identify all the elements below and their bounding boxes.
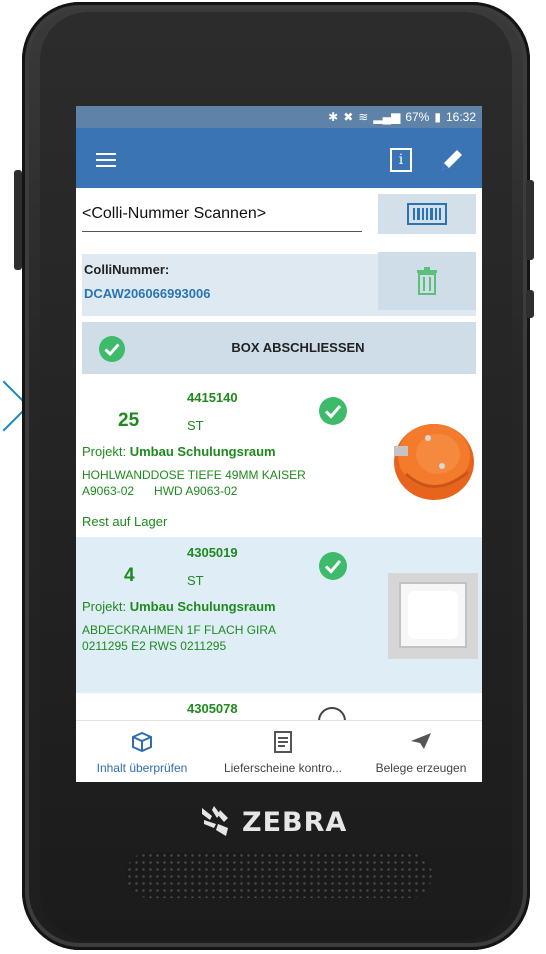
colli-number-label: ColliNummer:	[84, 262, 170, 277]
speaker-grille	[126, 852, 432, 898]
item-quantity: 25	[118, 410, 140, 431]
barcode-scan-button[interactable]	[378, 194, 476, 234]
colli-number-panel: ColliNummer: DCAW206066993006	[82, 252, 476, 316]
article-number: 4415140	[187, 390, 238, 405]
article-number: 4305078	[187, 701, 238, 716]
white-cover-frame-image	[388, 573, 478, 659]
side-button-left	[14, 170, 22, 270]
brand-name: ZEBRA	[242, 806, 348, 838]
document-icon	[274, 731, 292, 753]
list-item[interactable]: 4415140 25 ST Projekt: Umbau Schulungsra…	[76, 382, 482, 537]
nav-lieferscheine-kontrollieren[interactable]: Lieferscheine kontro...	[208, 721, 358, 782]
box-close-label: BOX ABSCHLIESSEN	[231, 340, 365, 355]
pencil-icon[interactable]	[438, 146, 466, 174]
bluetooth-icon: ✱	[328, 110, 339, 124]
bottom-navigation: Inhalt überprüfen Lieferscheine kontro..…	[76, 720, 482, 782]
colli-scan-input[interactable]: <Colli-Nummer Scannen>	[82, 200, 362, 232]
delete-colli-button[interactable]	[378, 252, 476, 310]
item-description-2: 0211295 E2 RWS 0211295	[82, 639, 227, 653]
scan-row: <Colli-Nummer Scannen>	[76, 188, 482, 250]
phone-screen: ✱ ✖ ≋ ▂▄▆ 67% ▮ 16:32 i <Colli-Nummer Sc…	[76, 106, 482, 782]
battery-percent: 67%	[405, 110, 430, 124]
battery-icon: ▮	[434, 110, 441, 124]
item-unit: ST	[187, 418, 204, 433]
status-time: 16:32	[445, 110, 476, 124]
item-project: Projekt: Umbau Schulungsraum	[82, 599, 276, 614]
colli-number-value: DCAW206066993006	[84, 286, 211, 301]
item-stock-note: Rest auf Lager	[82, 514, 168, 529]
item-description-2: A9063-02 HWD A9063-02	[82, 484, 238, 498]
signal-icon: ▂▄▆	[373, 110, 401, 124]
nav-belege-erzeugen[interactable]: Belege erzeugen	[362, 721, 480, 782]
list-item[interactable]: 4305019 4 ST Projekt: Umbau Schulungsrau…	[76, 537, 482, 693]
side-button-right	[526, 180, 534, 260]
status-bar: ✱ ✖ ≋ ▂▄▆ 67% ▮ 16:32	[76, 106, 482, 128]
zebra-logo: ZEBRA	[198, 800, 358, 844]
trash-icon	[417, 267, 437, 295]
box-close-button[interactable]: BOX ABSCHLIESSEN	[82, 322, 476, 374]
hamburger-menu-icon[interactable]	[96, 153, 116, 167]
info-icon[interactable]: i	[390, 148, 412, 172]
item-project: Projekt: Umbau Schulungsraum	[82, 444, 276, 459]
box-icon	[132, 731, 152, 753]
item-list: 4415140 25 ST Projekt: Umbau Schulungsra…	[76, 382, 482, 753]
item-description: HOHLWANDDOSE TIEFE 49MM KAISER	[82, 468, 306, 482]
zebra-head-icon	[202, 806, 228, 836]
barcode-icon	[407, 203, 447, 225]
item-quantity: 4	[124, 565, 135, 586]
check-circle-icon[interactable]	[318, 396, 348, 426]
nav-inhalt-ueberpruefen[interactable]: Inhalt überprüfen	[78, 721, 206, 782]
app-bar: i	[76, 128, 482, 188]
orange-junction-box-image	[394, 424, 474, 500]
side-button-right-small	[526, 290, 534, 318]
article-number: 4305019	[187, 545, 238, 560]
item-unit: ST	[187, 573, 204, 588]
check-circle-icon[interactable]	[318, 551, 348, 581]
wifi-icon: ≋	[358, 110, 369, 124]
nfc-icon: ✖	[343, 110, 354, 124]
item-description: ABDECKRAHMEN 1F FLACH GIRA	[82, 623, 277, 637]
send-icon	[411, 733, 431, 749]
